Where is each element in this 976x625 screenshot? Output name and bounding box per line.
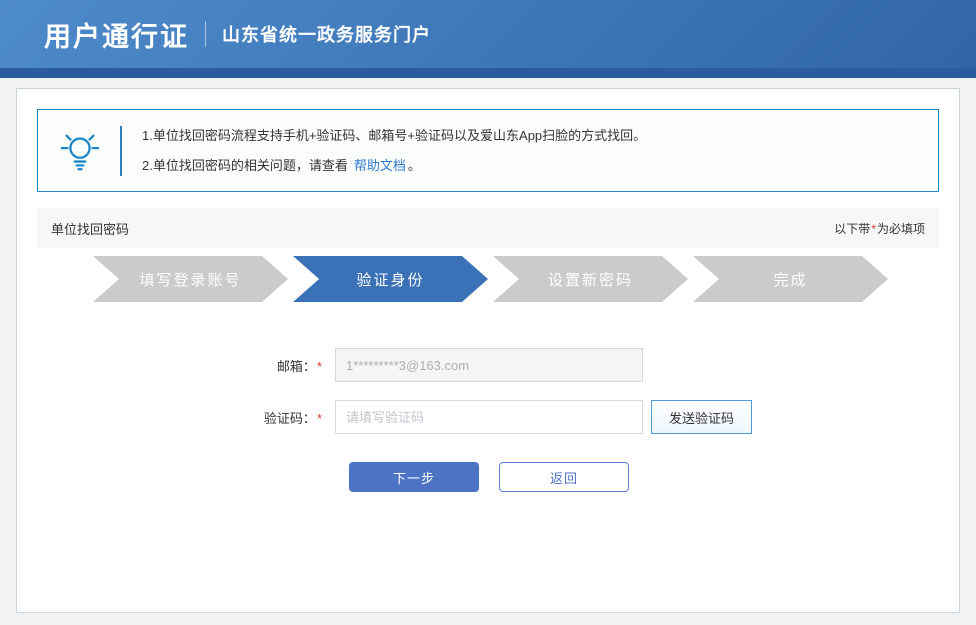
code-input[interactable]	[335, 400, 643, 434]
header-bottom-strip	[0, 68, 976, 78]
lightbulb-icon	[54, 128, 106, 174]
tip-box: 1.单位找回密码流程支持手机+验证码、邮箱号+验证码以及爱山东App扫脸的方式找…	[37, 109, 939, 192]
email-required-asterisk: *	[316, 358, 322, 374]
next-step-button[interactable]: 下一步	[349, 462, 479, 492]
code-required-asterisk: *	[316, 410, 322, 426]
tip-divider	[120, 125, 122, 176]
wizard-step-finish: 完成	[693, 256, 888, 302]
app-header: 用户通行证 山东省统一政务服务门户	[0, 0, 976, 78]
help-doc-link[interactable]: 帮助文档	[354, 158, 406, 173]
wizard-step-verify-identity: 验证身份	[293, 256, 488, 302]
brand-title: 用户通行证	[44, 21, 189, 52]
tip-line-1: 1.单位找回密码流程支持手机+验证码、邮箱号+验证码以及爱山东App扫脸的方式找…	[142, 127, 647, 143]
wizard-step-set-new-password: 设置新密码	[493, 256, 688, 302]
wizard-step-fill-account: 填写登录账号	[93, 256, 288, 302]
send-code-button[interactable]: 发送验证码	[651, 400, 753, 434]
code-label: 验证码：*	[263, 410, 322, 426]
verify-form: 邮箱：* 验证码：* 发送验证码 下一步 返回	[37, 348, 939, 492]
brand-subtitle: 山东省统一政务服务门户	[222, 25, 431, 45]
page-body: 1.单位找回密码流程支持手机+验证码、邮箱号+验证码以及爱山东App扫脸的方式找…	[0, 78, 976, 623]
email-field[interactable]	[335, 348, 643, 382]
required-note: 以下带*为必填项	[834, 221, 925, 236]
code-row: 验证码：* 发送验证码	[37, 400, 939, 434]
tip-line-2: 2.单位找回密码的相关问题，请查看 帮助文档。	[142, 157, 421, 173]
actions-row: 下一步 返回	[335, 462, 643, 492]
step-wizard: 填写登录账号 验证身份 设置新密码 完成	[93, 256, 939, 302]
back-button[interactable]: 返回	[499, 462, 629, 492]
section-header: 单位找回密码 以下带*为必填项	[37, 208, 939, 248]
brand-divider	[205, 21, 206, 47]
section-title: 单位找回密码	[51, 221, 130, 237]
required-asterisk: *	[871, 221, 876, 236]
email-label: 邮箱：*	[276, 358, 322, 374]
main-card: 1.单位找回密码流程支持手机+验证码、邮箱号+验证码以及爱山东App扫脸的方式找…	[16, 88, 960, 613]
email-row: 邮箱：*	[37, 348, 939, 382]
